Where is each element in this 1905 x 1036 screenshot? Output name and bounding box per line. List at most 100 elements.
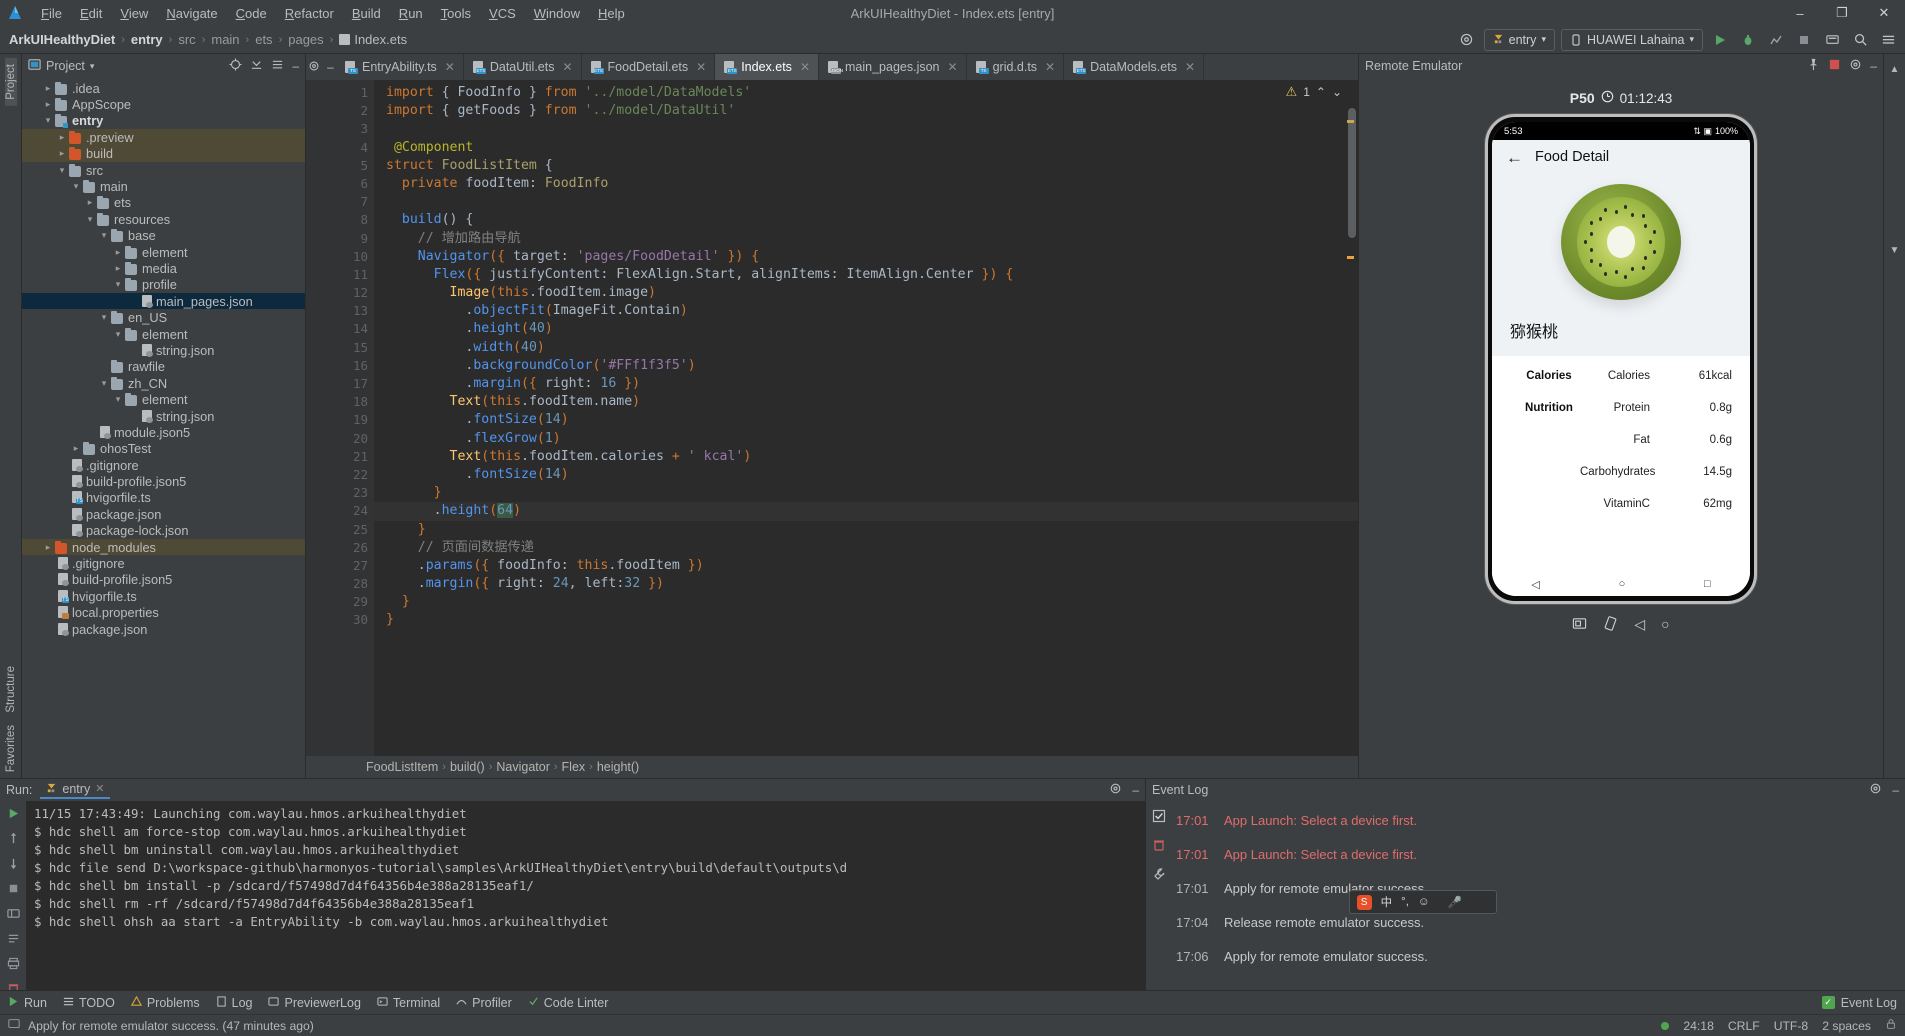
settings-icon[interactable]: [1869, 782, 1882, 798]
tree-node[interactable]: ▸ AppScope: [22, 96, 305, 112]
chevron-icon[interactable]: ▸: [42, 542, 54, 553]
menu-item-code[interactable]: Code: [227, 3, 276, 24]
phone-nav-bar[interactable]: ◁ ○ □: [1492, 572, 1750, 596]
print-icon[interactable]: [7, 957, 20, 973]
rotate-icon[interactable]: [1603, 616, 1618, 634]
code-line[interactable]: .params({ foodInfo: this.foodItem }): [374, 557, 1358, 575]
lock-icon[interactable]: [1885, 1018, 1897, 1033]
warning-marker[interactable]: [1347, 120, 1354, 123]
structure-crumb-1[interactable]: build(): [450, 760, 485, 774]
chevron-icon[interactable]: ▸: [42, 99, 54, 110]
arrow-left-icon[interactable]: ←: [1506, 149, 1523, 166]
maximize-button[interactable]: ❐: [1821, 0, 1863, 26]
breadcrumb-item-4[interactable]: ets: [252, 32, 275, 47]
tree-node[interactable]: ▸ node_modules: [22, 538, 305, 556]
run-configuration-selector[interactable]: entry ▾: [1483, 28, 1555, 51]
hide-icon[interactable]: –: [1892, 783, 1899, 797]
debug-icon[interactable]: [1737, 29, 1759, 51]
code-line[interactable]: build() {: [374, 211, 1358, 229]
collapse-icon[interactable]: [250, 58, 263, 74]
tree-node[interactable]: hvigorfile.ts: [22, 588, 305, 604]
editor-tab-fooddetail-ets[interactable]: ETS FoodDetail.ets ✕: [582, 54, 716, 80]
tree-node[interactable]: build-profile.json5: [22, 473, 305, 489]
tool-strip-code-linter[interactable]: Code Linter: [528, 996, 608, 1010]
scroll-down-icon[interactable]: [7, 857, 20, 873]
code-line[interactable]: .width(40): [374, 339, 1358, 357]
code-line[interactable]: .height(64): [374, 502, 1358, 521]
structure-crumb-2[interactable]: Navigator: [496, 760, 550, 774]
tree-node[interactable]: ▾ entry: [22, 113, 305, 129]
tool-strip-terminal[interactable]: Terminal: [377, 996, 440, 1010]
chevron-down-icon[interactable]: ▾: [90, 61, 95, 72]
rail-expand-icon[interactable]: ▼: [1890, 245, 1900, 256]
gear-icon[interactable]: [1456, 29, 1478, 51]
back-triangle-icon[interactable]: ◁: [1531, 578, 1539, 591]
hide-icon[interactable]: –: [292, 59, 299, 73]
breadcrumb-item-0[interactable]: ArkUIHealthyDiet: [6, 32, 118, 47]
sidebar-item-structure[interactable]: Structure: [5, 660, 17, 719]
code-line[interactable]: .backgroundColor('#FFf1f3f5'): [374, 357, 1358, 375]
tree-node[interactable]: local.properties: [22, 605, 305, 621]
code-line[interactable]: .margin({ right: 16 }): [374, 375, 1358, 393]
code-line[interactable]: struct FoodListItem {: [374, 157, 1358, 175]
tree-node[interactable]: .gitignore: [22, 555, 305, 571]
menu-item-navigate[interactable]: Navigate: [157, 3, 226, 24]
tree-node[interactable]: ▾ src: [22, 162, 305, 178]
back-icon[interactable]: ◁: [1634, 616, 1645, 634]
sidebar-item-project[interactable]: Project: [4, 58, 17, 106]
event-log-list[interactable]: 17:01 App Launch: Select a device first. 1…: [1172, 801, 1905, 990]
code-line[interactable]: .flexGrow(1): [374, 430, 1358, 448]
tree-node[interactable]: main_pages.json: [22, 293, 305, 310]
chevron-icon[interactable]: ▸: [70, 443, 82, 454]
editor-tab-datamodels-ets[interactable]: ETS DataModels.ets ✕: [1064, 54, 1205, 80]
code-editor[interactable]: 1⊟2⊟345⊟678⊟910⊟11⊟121314151617181920212…: [306, 80, 1358, 756]
close-icon[interactable]: ✕: [95, 782, 104, 795]
chevron-icon[interactable]: ▸: [84, 197, 96, 208]
close-icon[interactable]: ✕: [696, 60, 706, 74]
tool-strip-event-log[interactable]: Event Log: [1841, 996, 1897, 1010]
trash-icon[interactable]: [1152, 838, 1166, 855]
editor-tab-datautil-ets[interactable]: ETS DataUtil.ets ✕: [464, 54, 582, 80]
close-icon[interactable]: ✕: [948, 60, 958, 74]
minimize-button[interactable]: –: [1779, 0, 1821, 26]
line-separator[interactable]: CRLF: [1728, 1019, 1760, 1033]
tree-node[interactable]: ▾ element: [22, 326, 305, 342]
sdk-icon[interactable]: [1821, 29, 1843, 51]
breadcrumb-item-3[interactable]: main: [208, 32, 242, 47]
code-line[interactable]: Flex({ justifyContent: FlexAlign.Start, …: [374, 266, 1358, 284]
tree-node[interactable]: ▸ ets: [22, 195, 305, 211]
more-icon[interactable]: [1877, 29, 1899, 51]
settings-icon[interactable]: [271, 58, 284, 74]
stop-icon[interactable]: [1793, 29, 1815, 51]
stop-icon[interactable]: [7, 882, 20, 898]
tree-node[interactable]: ▾ element: [22, 391, 305, 407]
wrap-icon[interactable]: [7, 932, 20, 948]
editor-tab-index-ets[interactable]: ETS Index.ets ✕: [715, 54, 819, 80]
ime-mode-label[interactable]: 中: [1381, 894, 1393, 910]
event-log-row[interactable]: 17:01 App Launch: Select a device first.: [1172, 803, 1905, 837]
event-log-row[interactable]: 17:06 Apply for remote emulator success.: [1172, 939, 1905, 973]
phone-screen[interactable]: 5:53 ⇅ ▣ 100% ← Food Detail 猕猴桃 Calories…: [1492, 122, 1750, 596]
tool-strip-problems[interactable]: Problems: [130, 995, 200, 1010]
tree-node[interactable]: package.json: [22, 621, 305, 637]
code-line[interactable]: // 增加路由导航: [374, 230, 1358, 248]
code-line[interactable]: [374, 120, 1358, 138]
tree-node[interactable]: ▾ resources: [22, 211, 305, 227]
chevron-icon[interactable]: ▸: [112, 247, 124, 258]
code-line[interactable]: .height(40): [374, 320, 1358, 338]
tree-node[interactable]: ▾ en_US: [22, 309, 305, 325]
prev-problem-icon[interactable]: ⌃: [1316, 85, 1326, 99]
code-line[interactable]: }: [374, 593, 1358, 611]
tree-node[interactable]: ▸ .preview: [22, 129, 305, 146]
menu-item-vcs[interactable]: VCS: [480, 3, 525, 24]
home-circle-icon[interactable]: ○: [1619, 578, 1626, 590]
tree-node[interactable]: ▸ media: [22, 260, 305, 276]
menu-item-build[interactable]: Build: [343, 3, 390, 24]
code-line[interactable]: Text(this.foodItem.name): [374, 393, 1358, 411]
chevron-icon[interactable]: ▾: [112, 329, 124, 340]
run-tab-entry[interactable]: entry ✕: [40, 782, 111, 799]
tree-node[interactable]: ▾ zh_CN: [22, 375, 305, 391]
code-line[interactable]: // 页面间数据传递: [374, 539, 1358, 557]
file-encoding[interactable]: UTF-8: [1774, 1019, 1809, 1033]
tree-node[interactable]: ▸ build: [22, 145, 305, 162]
